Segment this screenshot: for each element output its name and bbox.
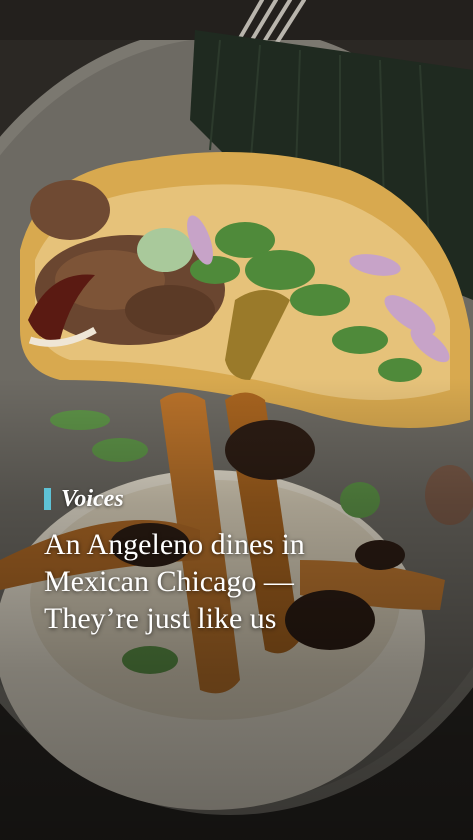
- section-kicker[interactable]: Voices: [44, 484, 444, 514]
- headline-line-1: An Angeleno dines in: [44, 528, 305, 561]
- headline[interactable]: An Angeleno dines in Mexican Chicago — T…: [44, 526, 444, 637]
- headline-line-2: Mexican Chicago —: [44, 565, 294, 598]
- story-card[interactable]: Voices An Angeleno dines in Mexican Chic…: [0, 0, 473, 840]
- story-text[interactable]: Voices An Angeleno dines in Mexican Chic…: [44, 484, 444, 637]
- image-overlay-gradient: [0, 0, 473, 840]
- headline-line-3: They’re just like us: [44, 602, 277, 635]
- kicker-label: Voices: [61, 485, 124, 512]
- kicker-accent-bar: [44, 488, 51, 510]
